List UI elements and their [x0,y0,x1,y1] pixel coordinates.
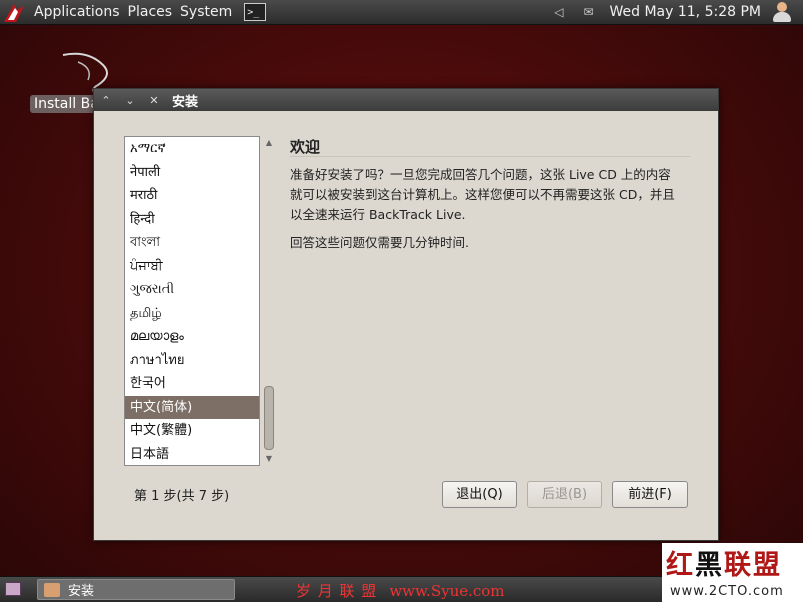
taskbar-item-label: 安装 [68,584,95,599]
corner-watermark-title: 红黑联盟 [666,543,782,582]
welcome-line: 就可以被安装到这台计算机上。这样您便可以不再需要这张 CD，并且 [290,187,675,202]
window-titlebar[interactable]: ⌃ ⌄ ✕ 安装 [94,89,718,111]
scroll-track[interactable] [264,152,274,450]
show-desktop-icon[interactable] [5,582,21,596]
volume-icon[interactable]: ◁ [554,5,563,19]
minimize-icon[interactable]: ⌄ [118,94,142,107]
window-title: 安装 [172,94,199,110]
language-list-item[interactable]: 中文(简体) [125,395,259,419]
menu-system[interactable]: System [176,4,236,20]
quit-button[interactable]: 退出(Q) [442,481,517,508]
welcome-line: 以全速来运行 BackTrack Live. [290,207,466,222]
user-icon[interactable] [771,1,793,23]
language-list-item[interactable]: മലയാളം [125,325,259,349]
installer-icon [44,582,60,597]
installer-window: ⌃ ⌄ ✕ 安装 አማርኛ नेपाली मराठी हिन्दी বাংলা ਪੰਜਾਬ… [93,88,719,541]
watermark-url: www.Syue.com [389,582,505,600]
step-indicator: 第 1 步(共 7 步) [134,489,230,504]
divider [290,156,690,157]
language-list-item[interactable]: ગુજરાતી [125,278,259,302]
wm-char: 联 [724,550,753,581]
clock[interactable]: Wed May 11, 5:28 PM [610,4,762,20]
menu-applications[interactable]: Applications [30,4,124,20]
language-list-item[interactable]: हिन्दी [125,208,259,232]
scroll-up-icon[interactable]: ▲ [261,136,277,150]
language-list-item[interactable]: বাংলা [125,231,259,255]
close-icon[interactable]: ✕ [142,94,166,107]
install-desktop-icon-label[interactable]: Install Ba [30,95,100,113]
language-list-item[interactable]: ภาษาไทย [125,349,259,373]
watermark-cn: 岁 月 联 盟 [296,582,378,600]
corner-watermark: 红黑联盟 www.2CTO.com [662,543,803,602]
forward-button[interactable]: 前进(F) [612,481,688,508]
welcome-note: 回答这些问题仅需要几分钟时间. [290,235,469,250]
wm-char: 盟 [753,550,782,581]
maximize-icon[interactable]: ⌃ [94,94,118,107]
welcome-line: 准备好安装了吗？一旦您完成回答几个问题，这张 Live CD 上的内容 [290,167,671,182]
terminal-icon[interactable]: >_ [244,3,267,21]
wm-char: 黑 [695,550,724,581]
language-list-item[interactable]: 中文(繁體) [125,419,259,443]
language-scrollbar[interactable]: ▲ ▼ [261,136,277,466]
top-panel: Applications Places System >_ ◁ ✉ Wed Ma… [0,0,803,25]
language-list-item[interactable]: ਪੰਜਾਬੀ [125,255,259,279]
language-list-item[interactable]: தமிழ் [125,302,259,326]
watermark-text: 岁 月 联 盟 www.Syue.com [296,580,505,601]
language-list-item[interactable]: አማርኛ [125,137,259,161]
language-list-item[interactable]: नेपाली [125,161,259,185]
wm-char: 红 [666,550,695,581]
welcome-title: 欢迎 [290,138,321,156]
scroll-thumb[interactable] [264,386,274,450]
corner-watermark-url: www.2CTO.com [670,584,784,599]
menu-places[interactable]: Places [124,4,177,20]
language-list-item[interactable]: मराठी [125,184,259,208]
welcome-text: 准备好安装了吗？一旦您完成回答几个问题，这张 Live CD 上的内容 就可以被… [290,165,695,225]
language-list[interactable]: አማርኛ नेपाली मराठी हिन्दी বাংলা ਪੰਜਾਬੀ ગુજરાતી த… [124,136,260,466]
backtrack-logo-icon[interactable] [0,0,30,25]
language-list-item[interactable]: 한국어 [125,372,259,396]
taskbar-item-installer[interactable]: 安装 [37,579,235,600]
back-button[interactable]: 后退(B) [527,481,602,508]
tray: ◁ ✉ Wed May 11, 5:28 PM [544,0,803,25]
language-list-item[interactable]: 日本語 [125,443,259,466]
scroll-down-icon[interactable]: ▼ [261,452,277,466]
mail-icon[interactable]: ✉ [583,5,593,19]
